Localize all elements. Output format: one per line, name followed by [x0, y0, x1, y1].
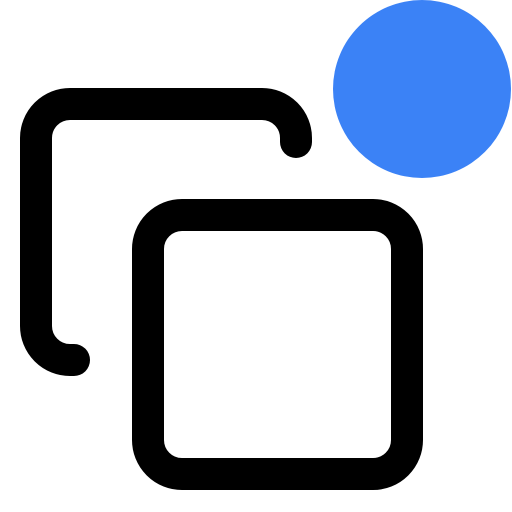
copy-front-square-icon — [132, 199, 423, 490]
copy-icon — [20, 0, 511, 490]
icon-canvas — [0, 0, 512, 512]
notification-dot — [333, 0, 511, 178]
